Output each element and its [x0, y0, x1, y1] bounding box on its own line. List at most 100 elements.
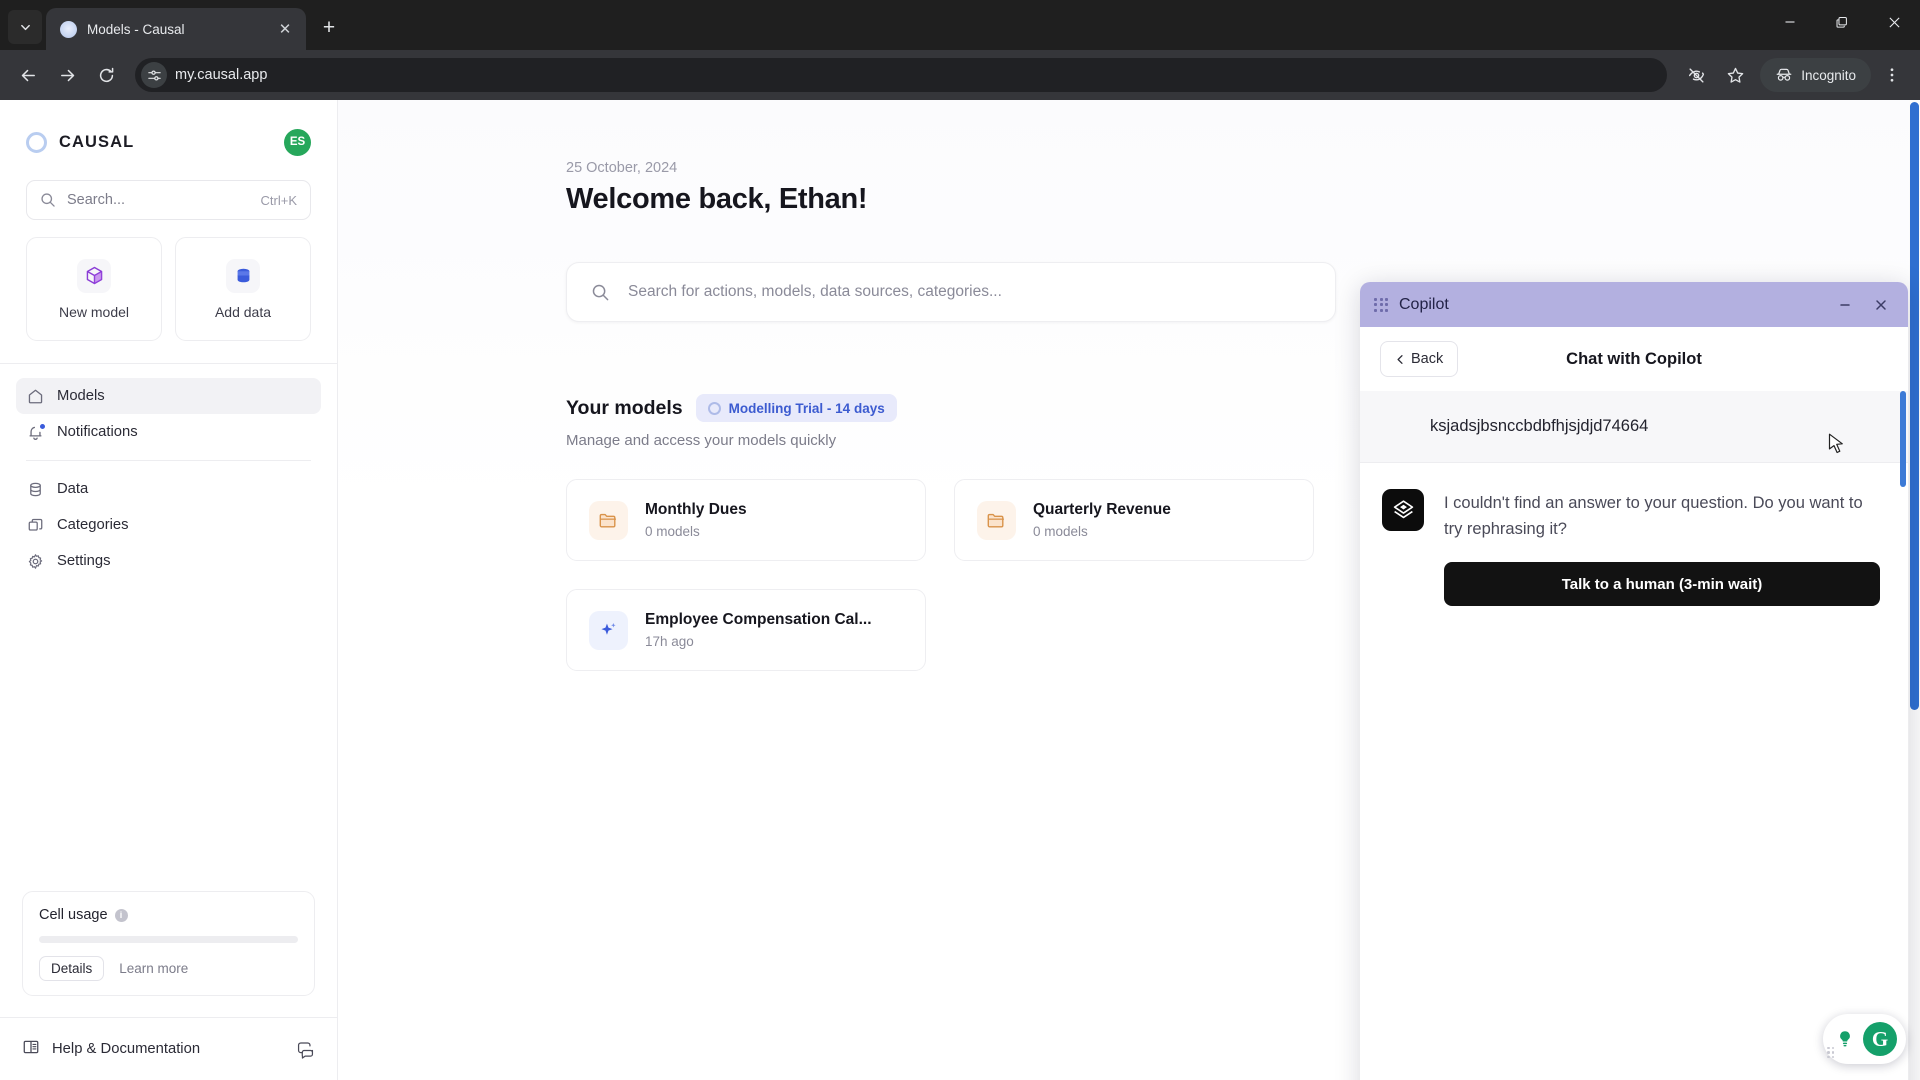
incognito-icon	[1776, 68, 1792, 81]
sidebar-item-categories[interactable]: Categories	[16, 507, 321, 543]
nav-separator	[26, 460, 311, 461]
folder-icon	[977, 500, 1016, 540]
window-maximize-button[interactable]	[1816, 0, 1868, 44]
copilot-message-list: ksjadsjbsnccbdbfhjsjdjd74664 I couldn't …	[1360, 391, 1908, 1080]
help-documentation-item[interactable]: Help & Documentation	[0, 1018, 337, 1080]
copilot-scrollbar[interactable]	[1898, 391, 1906, 1080]
bot-message-text: I couldn't find an answer to your questi…	[1444, 494, 1863, 538]
grammarly-logo-icon[interactable]: G	[1863, 1022, 1897, 1056]
copilot-panel: Copilot Back Chat with Copilot ksjadsjbs…	[1360, 282, 1908, 1080]
chat-bubble-icon[interactable]	[296, 1040, 315, 1059]
lightbulb-icon[interactable]	[1834, 1028, 1856, 1050]
sidebar-item-settings-label: Settings	[57, 553, 111, 569]
grammarly-widget[interactable]: G	[1823, 1014, 1906, 1064]
global-search-placeholder: Search for actions, models, data sources…	[628, 283, 1002, 300]
app-brand[interactable]: CAUSAL ES	[26, 120, 311, 164]
site-settings-icon[interactable]	[141, 62, 167, 88]
sidebar-item-notifications[interactable]: Notifications	[16, 414, 321, 450]
window-minimize-button[interactable]	[1764, 0, 1816, 44]
add-data-label: Add data	[214, 303, 272, 320]
chevron-left-icon	[1397, 354, 1403, 364]
brand-name: CAUSAL	[59, 132, 135, 151]
current-date: 25 October, 2024	[566, 160, 678, 176]
incognito-indicator[interactable]: Incognito	[1760, 58, 1871, 92]
copilot-header[interactable]: Copilot	[1360, 282, 1908, 327]
model-card-name: Employee Compensation Cal...	[645, 611, 872, 628]
sidebar: CAUSAL ES Search... Ctrl+K New model Add…	[0, 100, 338, 1080]
bell-icon	[26, 422, 46, 441]
layers-icon	[26, 517, 44, 534]
page-title: Welcome back, Ethan!	[566, 183, 868, 215]
sparkle-icon	[589, 610, 628, 650]
close-icon[interactable]: ✕	[274, 18, 296, 40]
main-content: 25 October, 2024 Welcome back, Ethan! Se…	[338, 100, 1920, 1080]
usage-details-button[interactable]: Details	[39, 956, 105, 981]
forward-icon[interactable]	[49, 57, 85, 93]
causal-favicon	[60, 20, 77, 38]
usage-learn-more-link[interactable]: Learn more	[111, 957, 196, 980]
notification-badge-dot	[39, 422, 46, 430]
window-close-button[interactable]	[1868, 0, 1920, 44]
sidebar-bottom: Cell usage i Details Learn more	[0, 891, 337, 996]
copilot-back-button[interactable]: Back	[1380, 341, 1459, 377]
sidebar-item-data[interactable]: Data	[16, 471, 321, 507]
quick-actions: New model Add data	[26, 237, 311, 341]
page-scrollbar-thumb[interactable]	[1910, 102, 1919, 710]
new-model-button[interactable]: New model	[26, 237, 162, 341]
address-bar[interactable]: my.causal.app	[135, 58, 1668, 92]
model-card[interactable]: Quarterly Revenue 0 models	[954, 479, 1314, 561]
talk-to-human-button[interactable]: Talk to a human (3-min wait)	[1444, 562, 1880, 607]
model-card-meta: 0 models	[1033, 524, 1088, 539]
sidebar-search-input[interactable]: Search... Ctrl+K	[26, 180, 311, 220]
info-icon[interactable]: i	[114, 908, 128, 922]
copilot-back-label: Back	[1411, 351, 1444, 367]
new-tab-button[interactable]: +	[312, 11, 346, 45]
model-card[interactable]: Monthly Dues 0 models	[566, 479, 926, 561]
global-search-input[interactable]: Search for actions, models, data sources…	[566, 262, 1336, 322]
chat-message-bot: I couldn't find an answer to your questi…	[1360, 463, 1908, 607]
copilot-diamond-icon	[1382, 489, 1424, 531]
sidebar-item-settings[interactable]: Settings	[16, 543, 321, 579]
eye-off-icon[interactable]	[1678, 57, 1714, 93]
folder-icon	[589, 500, 628, 540]
trial-badge-label: Modelling Trial - 14 days	[728, 400, 885, 416]
sidebar-item-models[interactable]: Models	[16, 378, 321, 414]
sidebar-item-notifications-label: Notifications	[57, 424, 138, 440]
help-documentation-label: Help & Documentation	[52, 1041, 201, 1057]
tab-title: Models - Causal	[87, 21, 185, 37]
copilot-scrollbar-thumb[interactable]	[1900, 391, 1906, 487]
sidebar-item-categories-label: Categories	[57, 517, 129, 533]
bookmark-star-icon[interactable]	[1717, 57, 1753, 93]
back-icon[interactable]	[10, 57, 46, 93]
sidebar-search-placeholder: Search...	[67, 192, 126, 208]
grammarly-drag-grip-icon[interactable]	[1827, 1046, 1834, 1058]
model-card-meta: 17h ago	[645, 634, 694, 649]
new-model-label: New model	[58, 303, 130, 320]
causal-logo-icon	[26, 131, 47, 153]
cube-icon	[77, 258, 111, 293]
browser-tab[interactable]: Models - Causal ✕	[46, 8, 306, 50]
page-scrollbar[interactable]	[1909, 100, 1920, 1080]
model-card-name: Monthly Dues	[645, 501, 747, 518]
browser-tab-strip: Models - Causal ✕ +	[0, 0, 1920, 50]
trial-badge[interactable]: Modelling Trial - 14 days	[695, 394, 897, 422]
trial-ring-icon	[707, 401, 721, 415]
reload-icon[interactable]	[88, 57, 124, 93]
tab-search-icon[interactable]	[8, 10, 42, 44]
copilot-subheader: Back Chat with Copilot	[1360, 327, 1908, 391]
kebab-menu-icon[interactable]	[1874, 57, 1910, 93]
model-card[interactable]: Employee Compensation Cal... 17h ago	[566, 589, 926, 671]
model-card-meta: 0 models	[645, 524, 700, 539]
browser-window: Models - Causal ✕ + my.causal.app Incogn…	[0, 0, 1920, 1080]
drag-grip-icon[interactable]	[1374, 297, 1388, 312]
avatar[interactable]: ES	[284, 128, 311, 156]
sidebar-item-data-label: Data	[57, 481, 89, 497]
copilot-minimize-button[interactable]	[1830, 290, 1860, 320]
copilot-close-button[interactable]	[1866, 290, 1896, 320]
add-data-button[interactable]: Add data	[175, 237, 311, 341]
database-icon	[226, 258, 260, 293]
models-section-title: Your models	[566, 396, 683, 419]
incognito-label: Incognito	[1801, 67, 1856, 83]
database-icon	[26, 481, 44, 498]
gear-icon	[26, 553, 44, 570]
